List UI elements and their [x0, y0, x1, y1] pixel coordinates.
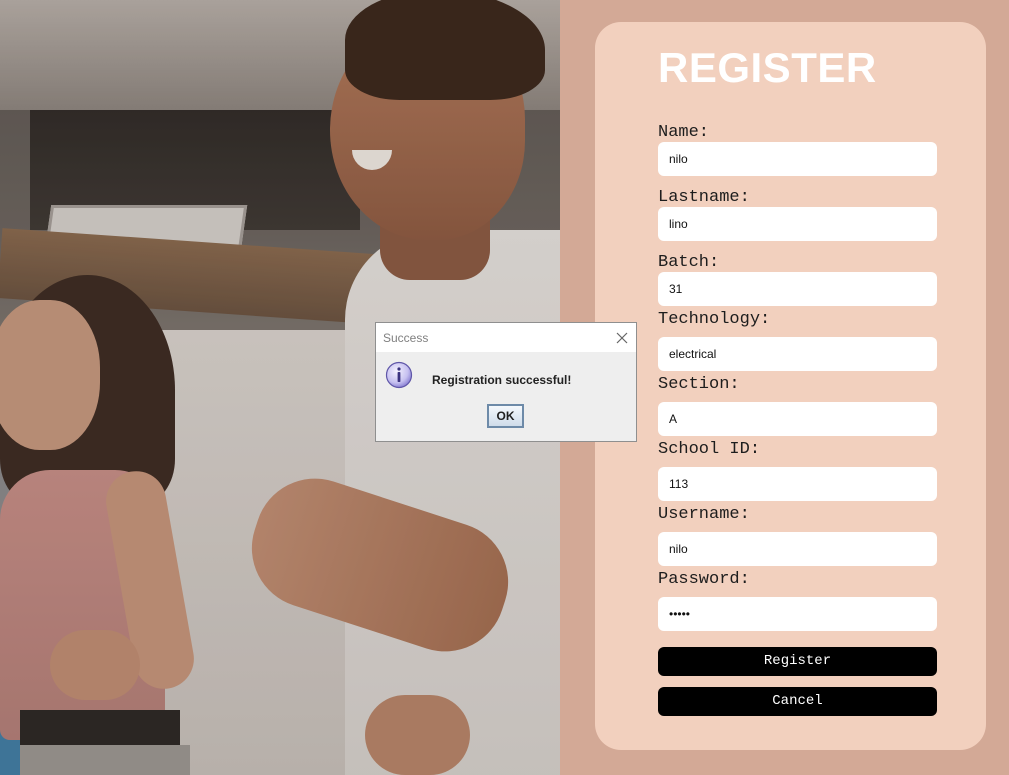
- lastname-field[interactable]: lino: [658, 207, 937, 241]
- register-card: REGISTER Name: nilo Lastname: lino Batch…: [595, 22, 986, 750]
- technology-label: Technology:: [658, 310, 771, 329]
- register-title: REGISTER: [658, 44, 877, 91]
- dialog-titlebar: Success: [376, 323, 636, 352]
- technology-field[interactable]: electrical: [658, 337, 937, 371]
- dialog-message: Registration successful!: [432, 373, 572, 387]
- password-label: Password:: [658, 570, 750, 589]
- register-button[interactable]: Register: [658, 647, 937, 676]
- school-id-label: School ID:: [658, 440, 761, 459]
- batch-label: Batch:: [658, 253, 720, 272]
- ok-button[interactable]: OK: [487, 404, 524, 428]
- username-label: Username:: [658, 505, 750, 524]
- username-field[interactable]: nilo: [658, 532, 937, 566]
- section-field[interactable]: A: [658, 402, 937, 436]
- school-id-field[interactable]: 113: [658, 467, 937, 501]
- success-dialog: Success Registration successful! OK: [375, 322, 637, 442]
- close-icon[interactable]: [612, 328, 632, 348]
- dialog-title: Success: [383, 331, 429, 345]
- section-label: Section:: [658, 375, 740, 394]
- name-field[interactable]: nilo: [658, 142, 937, 176]
- cancel-button[interactable]: Cancel: [658, 687, 937, 716]
- password-field[interactable]: •••••: [658, 597, 937, 631]
- batch-field[interactable]: 31: [658, 272, 937, 306]
- lastname-label: Lastname:: [658, 188, 750, 207]
- info-icon: [385, 361, 413, 389]
- name-label: Name:: [658, 123, 710, 142]
- app-window: REGISTER Name: nilo Lastname: lino Batch…: [0, 0, 1009, 775]
